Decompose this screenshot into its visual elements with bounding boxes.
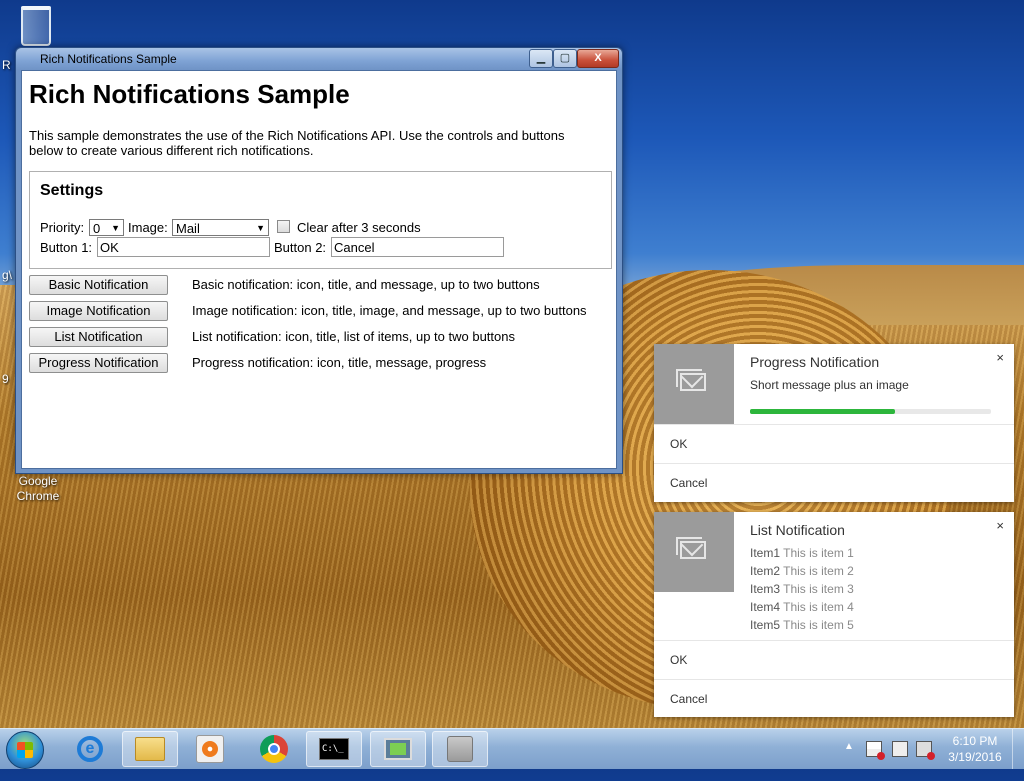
list-item-title: Item3: [750, 582, 781, 596]
minimize-button[interactable]: ▁: [529, 49, 553, 68]
trash-icon: [21, 6, 51, 46]
taskbar-command-prompt[interactable]: C:\_: [306, 731, 362, 767]
list-item: Item4 This is item 4: [750, 600, 854, 614]
image-select[interactable]: Mail ▼: [172, 219, 269, 236]
taskbar-clock[interactable]: 6:10 PM 3/19/2016: [940, 733, 1010, 765]
page-title: Rich Notifications Sample: [29, 79, 350, 109]
basic-notification-description: Basic notification: icon, title, and mes…: [192, 277, 540, 292]
clear-after-checkbox[interactable]: [277, 220, 290, 233]
list-item-message: This is item 3: [783, 582, 854, 596]
progress-notification-description: Progress notification: icon, title, mess…: [192, 355, 487, 370]
taskbar-app[interactable]: [432, 731, 488, 767]
button1-label: Button 1:: [40, 240, 93, 255]
desktop-icon-label-fragment: R: [2, 58, 11, 72]
settings-panel: Settings Priority: 0 ▼ Image: Mail ▼ Cle…: [29, 171, 612, 269]
progress-notification[interactable]: × Progress Notification Short message pl…: [654, 344, 1014, 502]
list-item-title: Item1: [750, 546, 781, 560]
close-icon[interactable]: ×: [996, 350, 1004, 365]
window-title: Rich Notifications Sample: [40, 52, 177, 66]
progress-bar-fill: [750, 409, 895, 414]
mail-icon: [676, 369, 706, 391]
list-item-title: Item4: [750, 600, 781, 614]
taskbar-internet-explorer[interactable]: e: [62, 731, 118, 767]
monitor-icon: [384, 738, 412, 760]
close-icon[interactable]: ×: [996, 518, 1004, 533]
list-item-message: This is item 2: [783, 564, 854, 578]
folder-icon: [135, 737, 165, 761]
list-notification-button[interactable]: List Notification: [29, 327, 168, 347]
notification-title: Progress Notification: [750, 354, 880, 370]
window-content: Rich Notifications Sample This sample de…: [21, 70, 617, 469]
list-item: Item3 This is item 3: [750, 582, 854, 596]
window-titlebar[interactable]: Rich Notifications Sample ▁ ▢ X: [16, 48, 622, 70]
image-notification-button[interactable]: Image Notification: [29, 301, 168, 321]
list-item-message: This is item 1: [783, 546, 854, 560]
action-center-flag-icon[interactable]: [866, 741, 885, 760]
app-window-icon: [447, 736, 473, 762]
basic-notification-button[interactable]: Basic Notification: [29, 275, 168, 295]
notification-icon-box: [654, 344, 734, 424]
page-description: This sample demonstrates the use of the …: [29, 128, 565, 158]
show-hidden-icons-button[interactable]: ▲: [844, 741, 854, 781]
chevron-down-icon: ▼: [111, 223, 120, 233]
taskbar-file-explorer[interactable]: [122, 731, 178, 767]
windows-logo-icon: [17, 742, 33, 758]
list-item-message: This is item 4: [783, 600, 854, 614]
notification-ok-button[interactable]: OK: [654, 640, 1014, 679]
priority-label: Priority:: [40, 220, 85, 235]
list-item: Item2 This is item 2: [750, 564, 854, 578]
network-icon[interactable]: [892, 741, 908, 757]
volume-muted-icon[interactable]: [916, 741, 935, 760]
clear-after-label: Clear after 3 seconds: [297, 220, 421, 235]
priority-select[interactable]: 0 ▼: [89, 219, 124, 236]
notification-message: Short message plus an image: [750, 378, 909, 392]
chrome-icon: [260, 735, 288, 763]
command-prompt-icon: C:\_: [319, 738, 349, 760]
maximize-button[interactable]: ▢: [553, 49, 577, 68]
taskbar-system-monitor[interactable]: [370, 731, 426, 767]
desktop-icon-google-chrome[interactable]: Google Chrome: [8, 474, 68, 504]
image-select-value: Mail: [176, 221, 200, 236]
priority-select-value: 0: [93, 221, 101, 236]
image-label: Image:: [128, 220, 168, 235]
list-notification[interactable]: × List Notification Item1 This is item 1…: [654, 512, 1014, 717]
notification-cancel-button[interactable]: Cancel: [654, 463, 1014, 502]
taskbar: e C:\_ ▲ 6:10 PM 3/19/2016: [0, 728, 1024, 769]
button2-label: Button 2:: [274, 240, 327, 255]
notification-icon-box: [654, 512, 734, 592]
chevron-down-icon: ▼: [256, 223, 265, 233]
close-button[interactable]: X: [577, 49, 619, 68]
taskbar-chrome[interactable]: [246, 731, 302, 767]
desktop-icon-label-fragment: 9: [2, 372, 9, 386]
internet-explorer-icon: e: [77, 736, 103, 762]
clock-time: 6:10 PM: [952, 734, 998, 748]
button1-input[interactable]: OK: [97, 237, 270, 257]
taskbar-media-player[interactable]: [182, 731, 238, 767]
progress-bar: [750, 409, 991, 414]
recycle-bin-icon[interactable]: [16, 6, 56, 50]
desktop-icon-label-fragment: g\: [2, 268, 13, 282]
image-notification-description: Image notification: icon, title, image, …: [192, 303, 587, 318]
list-item-title: Item2: [750, 564, 781, 578]
start-button[interactable]: [6, 731, 44, 769]
app-window: Rich Notifications Sample ▁ ▢ X Rich Not…: [15, 47, 623, 474]
mail-icon: [676, 537, 706, 559]
list-item: Item5 This is item 5: [750, 618, 854, 632]
clock-date: 3/19/2016: [948, 750, 1002, 764]
show-desktop-button[interactable]: [1012, 729, 1024, 769]
notification-ok-button[interactable]: OK: [654, 424, 1014, 463]
notification-title: List Notification: [750, 522, 845, 538]
media-player-icon: [196, 735, 224, 763]
list-notification-description: List notification: icon, title, list of …: [192, 329, 515, 344]
notification-cancel-button[interactable]: Cancel: [654, 679, 1014, 718]
settings-heading: Settings: [40, 182, 104, 199]
list-item-message: This is item 5: [783, 618, 854, 632]
progress-notification-button[interactable]: Progress Notification: [29, 353, 168, 373]
button2-input[interactable]: Cancel: [331, 237, 504, 257]
list-item-title: Item5: [750, 618, 781, 632]
list-item: Item1 This is item 1: [750, 546, 854, 560]
